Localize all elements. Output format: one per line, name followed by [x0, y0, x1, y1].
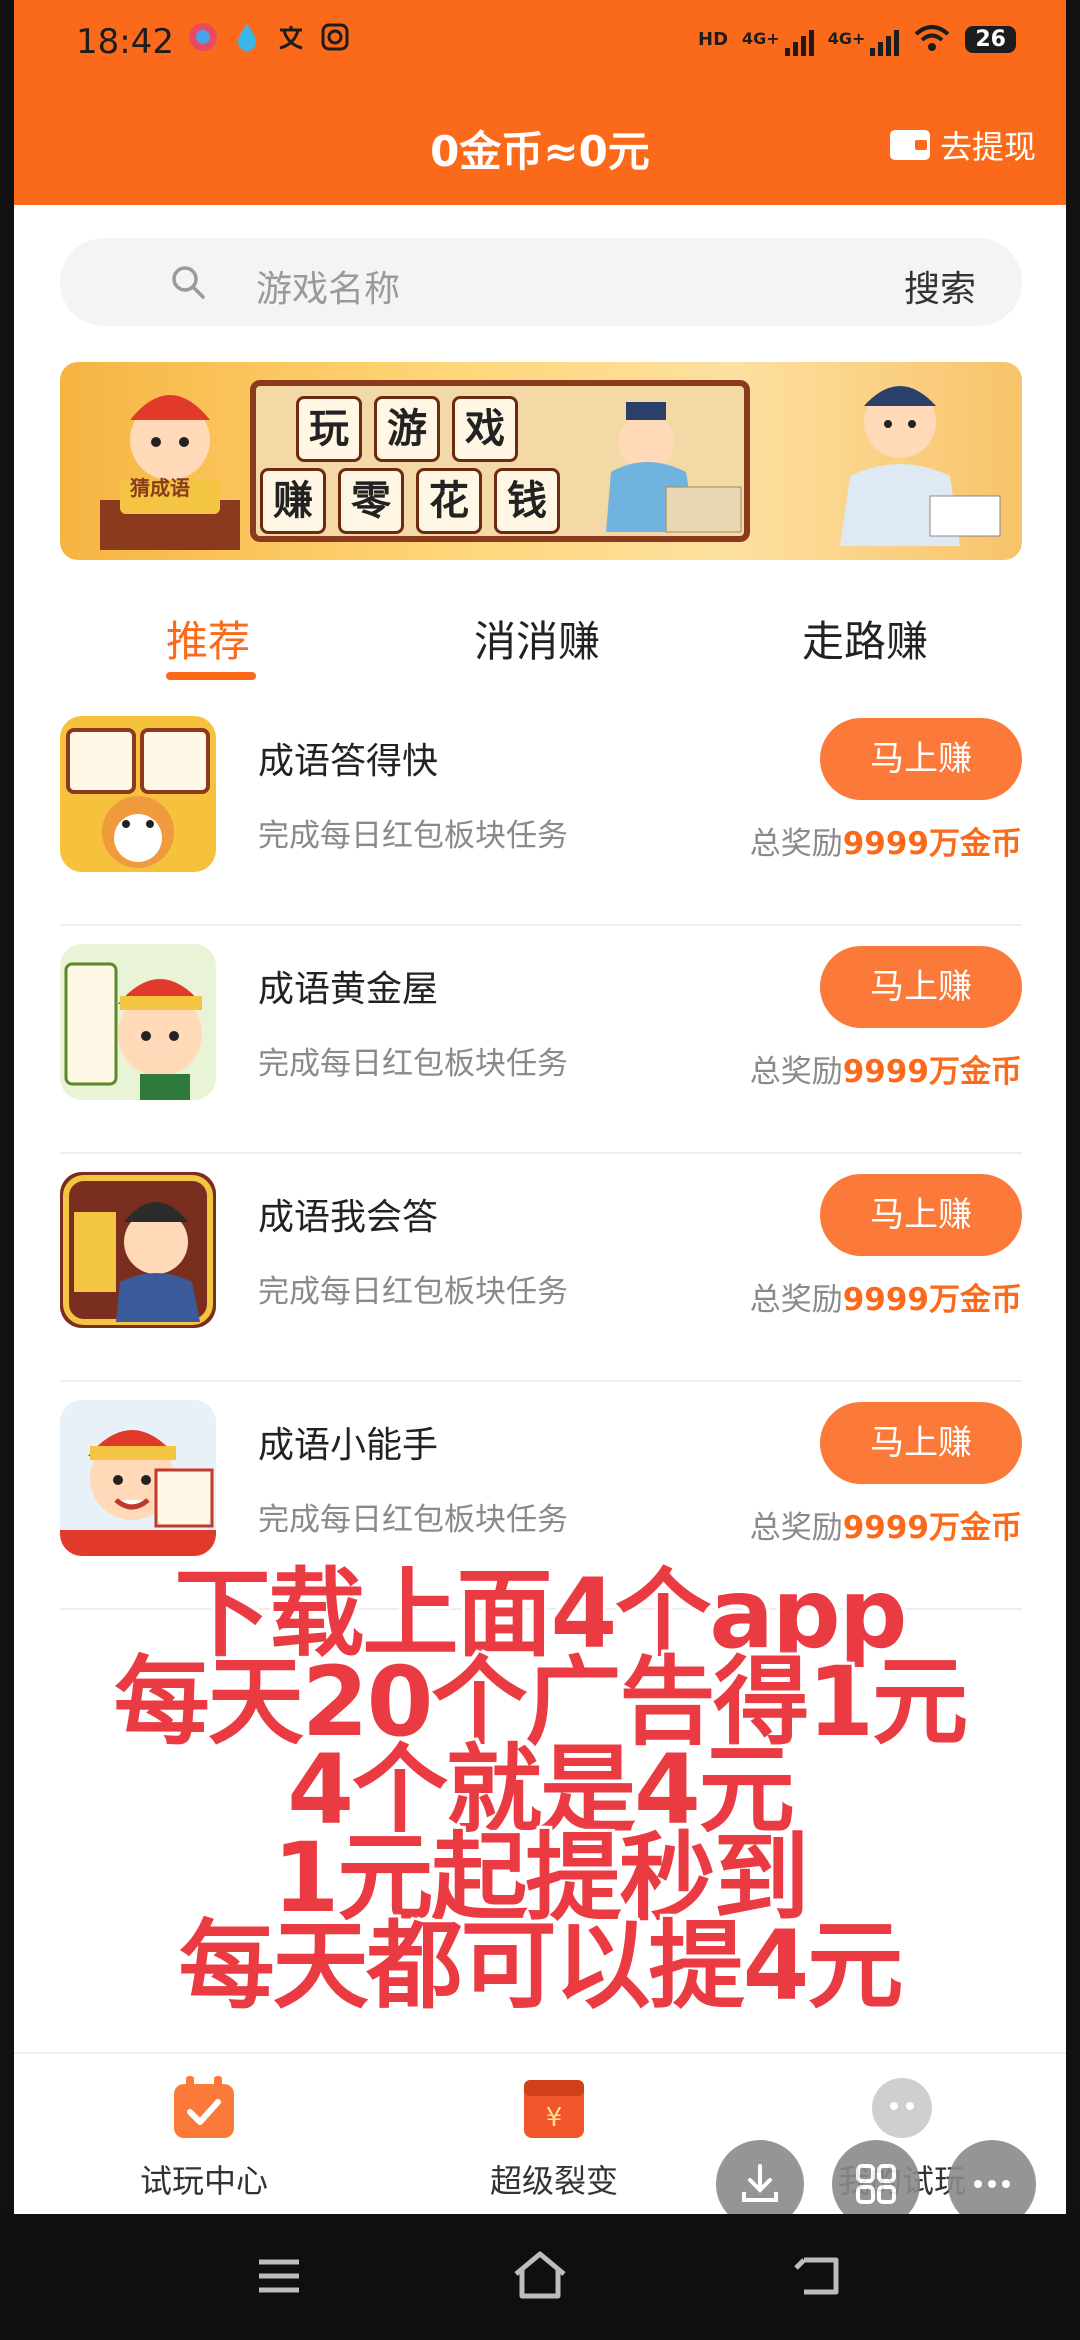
svg-text:¥: ¥ — [546, 2103, 563, 2133]
app-icon — [60, 716, 216, 872]
signal-icon-1: 4G+ — [742, 22, 814, 56]
tab-match[interactable]: 消消赚 — [474, 608, 600, 669]
profile-icon — [872, 2078, 932, 2138]
wallet-icon — [889, 130, 930, 160]
earn-now-button[interactable]: 马上赚 — [820, 946, 1022, 1028]
promo-line: 每天都可以提4元 — [178, 1910, 904, 2022]
banner-tile: 玩 — [296, 396, 362, 462]
earn-now-button[interactable]: 马上赚 — [820, 1174, 1022, 1256]
list-item[interactable]: 成语黄金屋 完成每日红包板块任务 马上赚 总奖励9999万金币 — [60, 926, 1022, 1154]
app-title: 成语黄金屋 — [258, 969, 439, 1010]
status-time: 18:42 — [76, 22, 174, 62]
menu-icon[interactable] — [255, 2256, 303, 2296]
promo-banner[interactable]: 猜成语 玩 游 戏 赚 零 花 钱 — [60, 362, 1022, 560]
grid-icon — [856, 2164, 896, 2204]
signal-icon-2: 4G+ — [828, 22, 900, 56]
app-icon — [60, 1172, 216, 1328]
app-title: 成语答得快 — [258, 741, 439, 782]
camera-notification-icon — [321, 23, 349, 51]
search-input[interactable]: 游戏名称 — [256, 260, 400, 312]
download-icon — [742, 2164, 778, 2202]
earn-now-button[interactable]: 马上赚 — [820, 1402, 1022, 1484]
tab-recommend[interactable]: 推荐 — [166, 608, 250, 669]
search-bar[interactable]: 游戏名称 搜索 — [60, 238, 1022, 326]
banner-tile: 游 — [374, 396, 440, 462]
reward-text: 总奖励9999万金币 — [749, 1282, 1022, 1318]
nav-trial-center[interactable]: 试玩中心 — [94, 2074, 314, 2202]
banner-tile: 钱 — [494, 468, 560, 534]
promo-overlay-text: 下载上面4个app 每天20个广告得1元 4个就是4元 1元起提秒到 每天都可以… — [14, 1558, 1066, 2022]
banner-scholar-illustration — [606, 402, 742, 533]
nav-label: 试玩中心 — [139, 2162, 268, 2200]
withdraw-button[interactable]: 去提现 — [889, 122, 1036, 168]
calendar-check-icon — [174, 2076, 234, 2138]
reward-value: 9999万金币 — [842, 1054, 1022, 1090]
red-envelope-icon: ¥ — [524, 2080, 584, 2138]
app-description: 完成每日红包板块任务 — [258, 1046, 568, 1082]
banner-tile: 戏 — [452, 396, 518, 462]
app-screen: 18:42 HD 4G+ 4G+ 26 0金币≈0元 去提现 游戏名称 搜索 猜… — [14, 0, 1066, 2340]
app-title: 成语小能手 — [258, 1425, 439, 1466]
search-button[interactable]: 搜索 — [904, 260, 976, 312]
wifi-icon — [915, 25, 950, 51]
app-notification-icon — [189, 23, 217, 51]
banner-character-left — [100, 395, 240, 550]
reward-value: 9999万金币 — [842, 1510, 1022, 1546]
reward-text: 总奖励9999万金币 — [749, 1054, 1022, 1090]
more-icon — [974, 2180, 1010, 2188]
reward-text: 总奖励9999万金币 — [749, 826, 1022, 862]
app-description: 完成每日红包板块任务 — [258, 818, 568, 854]
nav-label: 超级裂变 — [489, 2162, 618, 2200]
reward-text: 总奖励9999万金币 — [749, 1510, 1022, 1546]
app-description: 完成每日红包板块任务 — [258, 1274, 568, 1310]
header: 18:42 HD 4G+ 4G+ 26 0金币≈0元 去提现 — [14, 0, 1066, 205]
list-item[interactable]: 成语我会答 完成每日红包板块任务 马上赚 总奖励9999万金币 — [60, 1154, 1022, 1382]
promo-line: 每天20个广告得1元 — [113, 1646, 968, 1758]
promo-line: 1元起提秒到 — [272, 1822, 810, 1934]
drop-notification-icon — [238, 24, 256, 51]
notification-icons — [186, 20, 352, 54]
promo-line: 下载上面4个app — [174, 1558, 907, 1670]
nav-super-fission[interactable]: ¥ 超级裂变 — [444, 2074, 664, 2202]
back-icon[interactable] — [792, 2254, 844, 2298]
banner-character-right — [840, 386, 1001, 546]
banner-board: 玩 游 戏 赚 零 花 钱 — [250, 380, 750, 542]
translate-icon — [279, 26, 303, 50]
battery-level: 26 — [965, 25, 1016, 53]
banner-tile: 花 — [416, 468, 482, 534]
list-item[interactable]: 成语答得快 完成每日红包板块任务 马上赚 总奖励9999万金币 — [60, 698, 1022, 926]
tab-walk[interactable]: 走路赚 — [802, 608, 928, 669]
system-nav-bar — [0, 2214, 1080, 2340]
system-status-icons: HD 4G+ 4G+ 26 — [698, 22, 1016, 56]
reward-value: 9999万金币 — [842, 826, 1022, 862]
withdraw-label: 去提现 — [939, 128, 1036, 166]
app-title: 成语我会答 — [258, 1197, 439, 1238]
reward-value: 9999万金币 — [842, 1282, 1022, 1318]
app-description: 完成每日红包板块任务 — [258, 1502, 568, 1538]
app-icon — [60, 944, 216, 1100]
banner-badge: 猜成语 — [130, 476, 190, 500]
home-icon[interactable] — [512, 2250, 568, 2300]
promo-line: 4个就是4元 — [287, 1734, 795, 1846]
hd-label: HD — [698, 28, 729, 50]
search-icon — [172, 266, 205, 299]
active-tab-indicator — [166, 672, 256, 680]
earn-now-button[interactable]: 马上赚 — [820, 718, 1022, 800]
banner-tile: 零 — [338, 468, 404, 534]
bottom-nav: 试玩中心 ¥ 超级裂变 我的试玩 — [14, 2052, 1066, 2228]
banner-tile: 赚 — [260, 468, 326, 534]
category-tabs: 推荐 消消赚 走路赚 — [14, 600, 1066, 680]
app-icon — [60, 1400, 216, 1556]
